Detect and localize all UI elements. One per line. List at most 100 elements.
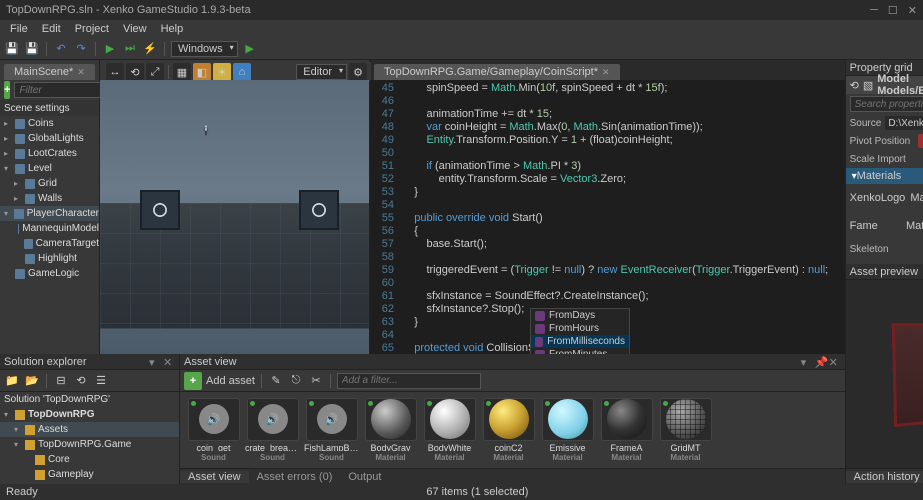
intellisense-popup[interactable]: FromDaysFromHoursFromMillisecondsFromMin… bbox=[530, 308, 630, 354]
tab-main-scene[interactable]: MainScene*✕ bbox=[4, 64, 95, 80]
close-tab-icon[interactable]: ✕ bbox=[602, 67, 610, 78]
soln-item-core[interactable]: Core bbox=[0, 452, 179, 467]
intellisense-item[interactable]: FromMilliseconds bbox=[531, 335, 629, 348]
soln-item-assets[interactable]: ▾Assets bbox=[0, 422, 179, 437]
soln-item-topdownrpg-game[interactable]: ▾TopDownRPG.Game bbox=[0, 437, 179, 452]
play-icon[interactable]: ▶ bbox=[102, 41, 118, 57]
scene-item-gamelogic[interactable]: GameLogic bbox=[0, 266, 99, 281]
menu-edit[interactable]: Edit bbox=[36, 21, 67, 37]
new-folder-icon[interactable]: 📁 bbox=[4, 373, 20, 389]
asset-crate_breaking[interactable]: 🔊crate_breakingSound bbox=[245, 398, 300, 462]
scene-item-lootcrates[interactable]: ▸LootCrates bbox=[0, 146, 99, 161]
soln-item-topdownrpg[interactable]: ▾TopDownRPG bbox=[0, 407, 179, 422]
sync-icon[interactable]: ⟲ bbox=[73, 373, 89, 389]
tab-asset-errors[interactable]: Asset errors (0) bbox=[249, 471, 341, 483]
player-character[interactable] bbox=[200, 125, 270, 265]
close-icon[interactable]: ✕ bbox=[908, 4, 917, 17]
maximize-icon[interactable]: ☐ bbox=[888, 4, 898, 17]
snap-icon[interactable]: ▦ bbox=[173, 63, 191, 81]
soln-item-gameplay[interactable]: Gameplay bbox=[0, 467, 179, 482]
show-all-icon[interactable]: ☰ bbox=[93, 373, 109, 389]
add-asset-button[interactable]: + bbox=[184, 372, 202, 390]
asset-bodywhite[interactable]: BodyWhiteMaterial bbox=[422, 398, 477, 462]
refresh-icon[interactable]: ⟲ bbox=[850, 79, 859, 92]
translate-gizmo-icon[interactable]: ↔ bbox=[106, 63, 124, 81]
scene-viewport[interactable] bbox=[100, 80, 369, 354]
code-editor[interactable]: 45 46 47 48 49 50 51 52 53 54 55 56 57 5… bbox=[370, 80, 845, 354]
editor-mode-dropdown[interactable]: Editor bbox=[296, 64, 347, 80]
menu-project[interactable]: Project bbox=[69, 21, 115, 37]
property-search-input[interactable] bbox=[850, 96, 923, 112]
scene-item-cameratarget[interactable]: CameraTarget bbox=[0, 236, 99, 251]
solution-root[interactable]: Solution 'TopDownRPG' bbox=[0, 392, 179, 407]
asset-bodygray[interactable]: BodyGrayMaterial bbox=[363, 398, 418, 462]
step-icon[interactable]: ⏭ bbox=[122, 41, 138, 57]
light-icon[interactable]: ☀ bbox=[213, 63, 231, 81]
intellisense-item[interactable]: FromHours bbox=[531, 322, 629, 335]
scene-settings[interactable]: Scene settings bbox=[0, 100, 99, 116]
tab-action-history[interactable]: Action history bbox=[846, 471, 923, 483]
panel-close-icon[interactable]: ✕ bbox=[163, 356, 175, 368]
asset-view-header: Asset view bbox=[184, 356, 237, 368]
add-entity-button[interactable]: + bbox=[4, 81, 10, 99]
open-folder-icon[interactable]: 📂 bbox=[24, 373, 40, 389]
tab-coin-script[interactable]: TopDownRPG.Game/Gameplay/CoinScript*✕ bbox=[374, 64, 620, 80]
scene-item-highlight[interactable]: Highlight bbox=[0, 251, 99, 266]
undo-icon[interactable]: ↶ bbox=[53, 41, 69, 57]
asset-filter-input[interactable] bbox=[337, 373, 481, 389]
asset-coinc2[interactable]: coinC2Material bbox=[481, 398, 536, 462]
tab-asset-view[interactable]: Asset view bbox=[180, 471, 249, 483]
asset-tool-icon[interactable]: ⎋ bbox=[288, 373, 304, 389]
asset-tool-icon[interactable]: ✎ bbox=[268, 373, 284, 389]
scene-item-grid[interactable]: ▸Grid bbox=[0, 176, 99, 191]
run-icon[interactable]: ▶ bbox=[242, 41, 258, 57]
scene-item-level[interactable]: ▾Level bbox=[0, 161, 99, 176]
close-tab-icon[interactable]: ✕ bbox=[77, 67, 85, 78]
scene-item-playercharacter[interactable]: ▾PlayerCharacter bbox=[0, 206, 99, 221]
rotate-gizmo-icon[interactable]: ⟲ bbox=[126, 63, 144, 81]
asset-tool-icon[interactable]: ✂ bbox=[308, 373, 324, 389]
axis-x-button[interactable]: X bbox=[918, 134, 923, 148]
crate-entity[interactable] bbox=[140, 190, 180, 230]
asset-emissive[interactable]: EmissiveMaterial bbox=[540, 398, 595, 462]
panel-menu-icon[interactable]: ▾ bbox=[149, 356, 161, 368]
material-field[interactable]: Materials/FrameA bbox=[906, 220, 923, 232]
collapse-icon[interactable]: ⊟ bbox=[53, 373, 69, 389]
vp-gear-icon[interactable]: ⚙ bbox=[349, 63, 367, 81]
scene-item-coins[interactable]: ▸Coins bbox=[0, 116, 99, 131]
save-all-icon[interactable]: 💾 bbox=[24, 41, 40, 57]
asset-gridmt[interactable]: GridMTMaterial bbox=[658, 398, 713, 462]
scene-item-globallights[interactable]: ▸GlobalLights bbox=[0, 131, 99, 146]
panel-close-icon[interactable]: ✕ bbox=[829, 356, 841, 368]
save-icon[interactable]: 💾 bbox=[4, 41, 20, 57]
materials-section[interactable]: ▾ Materials bbox=[846, 168, 923, 184]
asset-framea[interactable]: FrameAMaterial bbox=[599, 398, 654, 462]
live-icon[interactable]: ⚡ bbox=[142, 41, 158, 57]
scene-item-walls[interactable]: ▸Walls bbox=[0, 191, 99, 206]
menu-view[interactable]: View bbox=[117, 21, 153, 37]
asset-fishlampby-ulrick-bensusal-es[interactable]: 🔊FishLampBy Ulrick-bensuSal.esSound bbox=[304, 398, 359, 462]
crate-entity[interactable] bbox=[299, 190, 339, 230]
intellisense-item[interactable]: FromMinutes bbox=[531, 348, 629, 354]
material-field[interactable]: Materials/MainD bbox=[910, 192, 923, 204]
statusbar: Ready 67 items (1 selected) bbox=[0, 484, 923, 500]
camera-icon[interactable]: ⌂ bbox=[233, 63, 251, 81]
cube-icon: ▧ bbox=[863, 79, 873, 92]
soln-item-player[interactable]: Player bbox=[0, 482, 179, 484]
scene-item-mannequinmodel[interactable]: MannequinModel bbox=[0, 221, 99, 236]
menu-help[interactable]: Help bbox=[155, 21, 190, 37]
menu-file[interactable]: File bbox=[4, 21, 34, 37]
platform-dropdown[interactable]: Windows bbox=[171, 41, 238, 57]
scale-gizmo-icon[interactable]: ⤢ bbox=[146, 63, 164, 81]
source-field[interactable]: D:\Xenko\..\Models\XenkoCrate.fbx bbox=[885, 116, 923, 130]
panel-menu-icon[interactable]: ▾ bbox=[801, 356, 813, 368]
minimize-icon[interactable]: ─ bbox=[870, 4, 878, 17]
redo-icon[interactable]: ↷ bbox=[73, 41, 89, 57]
asset-preview-viewport[interactable] bbox=[846, 280, 923, 468]
panel-pin-icon[interactable]: 📌 bbox=[815, 356, 827, 368]
preview-model bbox=[891, 323, 923, 427]
cube-icon[interactable]: ◧ bbox=[193, 63, 211, 81]
intellisense-item[interactable]: FromDays bbox=[531, 309, 629, 322]
tab-output[interactable]: Output bbox=[340, 471, 389, 483]
asset-coin_get[interactable]: 🔊coin_getSound bbox=[186, 398, 241, 462]
